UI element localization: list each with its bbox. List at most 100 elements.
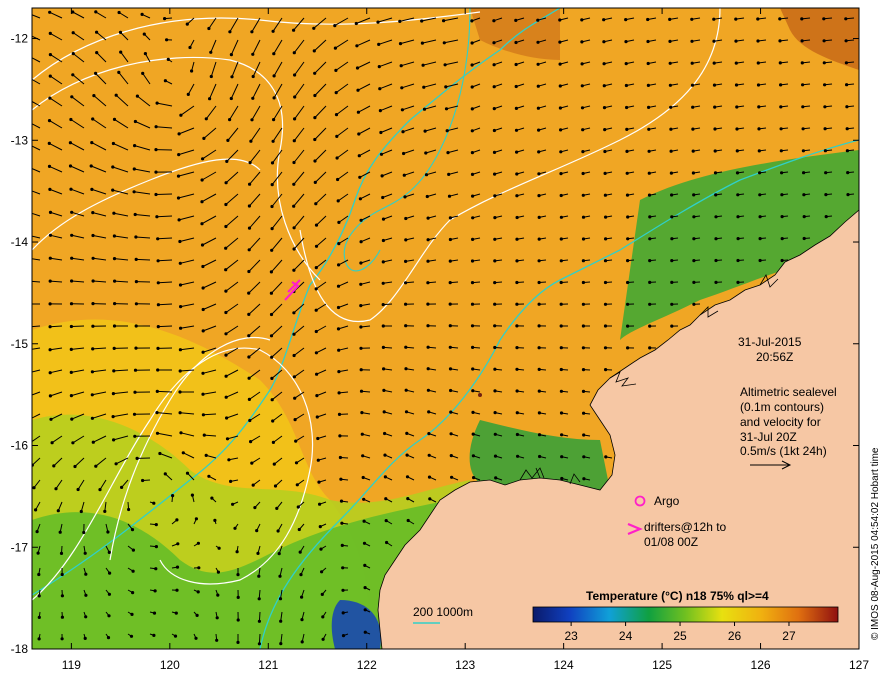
velocity-arrow-head	[293, 396, 297, 400]
velocity-arrow-head	[359, 261, 363, 265]
velocity-arrow-head	[580, 40, 584, 44]
velocity-arrow-head	[313, 137, 317, 142]
velocity-arrow-head	[604, 455, 608, 459]
colorbar-tick-label: 27	[782, 629, 796, 643]
velocity-arrow-head	[515, 389, 519, 393]
velocity-arrow-head	[152, 501, 156, 505]
velocity-arrow-head	[50, 441, 54, 445]
velocity-arrow-head	[536, 106, 541, 110]
velocity-arrow-head	[272, 118, 276, 122]
velocity-arrow-head	[117, 10, 121, 15]
velocity-arrow-head	[559, 346, 563, 350]
velocity-arrow-head	[314, 202, 318, 206]
velocity-arrow-head	[800, 17, 804, 21]
velocity-arrow-head	[119, 50, 123, 54]
velocity-arrow-head	[603, 193, 608, 197]
velocity-arrow-head	[320, 592, 324, 597]
velocity-arrow-head	[166, 57, 170, 62]
velocity-arrow-head	[27, 302, 30, 305]
velocity-arrow-head	[273, 484, 278, 488]
velocity-arrow-head	[756, 61, 760, 65]
velocity-arrow-head	[691, 127, 695, 131]
velocity-arrow-head	[580, 84, 584, 88]
velocity-arrow-head	[515, 237, 519, 241]
velocity-arrow-head	[603, 324, 608, 328]
velocity-arrow-head	[712, 61, 716, 65]
velocity-arrow-head	[845, 127, 849, 131]
velocity-arrow-head	[780, 171, 784, 175]
velocity-arrow-head	[106, 530, 110, 534]
velocity-arrow-head	[735, 127, 739, 131]
velocity-arrow-head	[758, 193, 762, 197]
velocity-arrow-head	[292, 226, 296, 230]
velocity-arrow-head	[405, 431, 409, 435]
velocity-arrow-head	[537, 194, 541, 198]
velocity-arrow-head	[120, 485, 124, 489]
velocity-arrow-head	[313, 93, 317, 98]
velocity-arrow-head	[493, 172, 497, 176]
velocity-arrow-head	[247, 376, 251, 380]
velocity-arrow-head	[580, 18, 584, 22]
velocity-arrow-head	[357, 132, 361, 136]
velocity-arrow-head	[560, 455, 564, 459]
velocity-arrow-head	[361, 475, 365, 480]
velocity-arrow	[155, 193, 173, 195]
velocity-arrow-head	[624, 83, 629, 88]
velocity-arrow-head	[257, 619, 261, 623]
velocity-arrow-head	[210, 496, 214, 500]
velocity-arrow-head	[201, 371, 205, 375]
velocity-arrow-head	[602, 84, 606, 88]
velocity-arrow-head	[176, 174, 181, 178]
velocity-arrow-head	[381, 217, 386, 221]
velocity-arrow-head	[358, 175, 362, 179]
velocity-arrow-head	[470, 302, 475, 306]
velocity-arrow-head	[194, 517, 198, 521]
velocity-arrow-head	[559, 150, 563, 154]
velocity-arrow-head	[217, 546, 221, 550]
velocity-arrow-head	[514, 84, 518, 89]
velocity-arrow-head	[668, 83, 673, 87]
velocity-arrow-head	[83, 636, 87, 641]
map-figure: 119 120 121 122 123 124 125 126 127 -12 -13 -14 -15…	[11, 7, 880, 672]
velocity-arrow-head	[256, 551, 260, 556]
velocity-arrow-head	[756, 83, 761, 87]
velocity-arrow-head	[646, 17, 650, 22]
velocity-arrow-head	[197, 566, 201, 570]
velocity-arrow-head	[647, 127, 651, 131]
velocity-arrow-head	[359, 389, 364, 393]
velocity-arrow-head	[470, 107, 474, 111]
velocity-arrow-head	[111, 392, 115, 396]
velocity-arrow-head	[670, 302, 674, 306]
velocity-arrow-head	[648, 302, 652, 306]
velocity-arrow-head	[537, 367, 541, 371]
velocity-arrow-head	[91, 117, 95, 121]
y-tick-label: -18	[11, 642, 29, 656]
velocity-arrow-head	[404, 324, 408, 328]
velocity-arrow-head	[84, 572, 88, 576]
velocity-arrow-head	[200, 243, 205, 247]
velocity-arrow-head	[398, 42, 403, 46]
velocity-arrow-head	[406, 518, 410, 523]
velocity-arrow-head	[538, 454, 542, 459]
velocity-arrow-head	[427, 432, 431, 436]
velocity-arrow-head	[626, 302, 630, 306]
velocity-arrow-head	[339, 499, 344, 503]
velocity-arrow-head	[779, 149, 783, 153]
velocity-arrow-head	[581, 389, 586, 393]
velocity-arrow-head	[91, 211, 95, 215]
velocity-arrow-head	[247, 355, 251, 359]
velocity-arrow-head	[152, 611, 157, 615]
velocity-arrow-head	[581, 324, 586, 328]
velocity-arrow-head	[427, 410, 431, 414]
velocity-arrow-head	[92, 94, 96, 98]
velocity-arrow-head	[315, 394, 319, 398]
velocity-arrow-head	[173, 634, 178, 638]
velocity-arrow-head	[376, 20, 380, 24]
velocity-arrow-head	[690, 61, 694, 65]
velocity-arrow-head	[112, 438, 116, 442]
velocity-arrow-head	[73, 464, 77, 469]
velocity-arrow-head	[359, 240, 363, 244]
velocity-arrow-head	[91, 324, 95, 328]
velocity-arrow-head	[515, 411, 519, 415]
velocity-arrow-head	[385, 540, 389, 545]
